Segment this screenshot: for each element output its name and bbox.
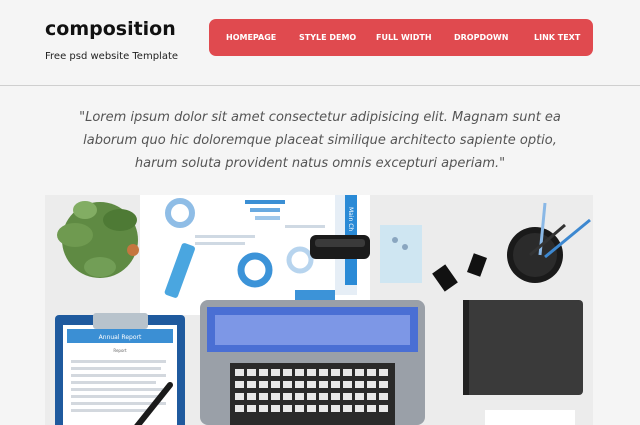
booklet-label: Main Ch	[347, 207, 354, 231]
site-header: composition Free psd website Template HO…	[0, 0, 640, 86]
hero-image: Main Ch Annual Report Report	[45, 195, 593, 425]
desk-illustration: Main Ch Annual Report Report	[45, 195, 593, 425]
intro-quote: "Lorem ipsum dolor sit amet consectetur …	[79, 110, 561, 171]
site-tagline: Free psd website Template	[45, 51, 179, 62]
main-nav: HOMEPAGE STYLE DEMO FULL WIDTH DROPDOWN …	[209, 19, 593, 56]
sticky-notes	[380, 225, 422, 283]
nav-item-style-demo[interactable]: STYLE DEMO	[299, 33, 356, 42]
report-sub: Report	[113, 348, 127, 353]
nav-item-link-text[interactable]: LINK TEXT	[534, 33, 580, 42]
report-title: Annual Report	[99, 334, 142, 341]
site-title[interactable]: composition	[45, 18, 176, 40]
nav-item-full-width[interactable]: FULL WIDTH	[376, 33, 432, 42]
notebook	[463, 300, 583, 395]
nav-item-homepage[interactable]: HOMEPAGE	[226, 33, 276, 42]
nav-item-dropdown[interactable]: DROPDOWN	[454, 33, 508, 42]
